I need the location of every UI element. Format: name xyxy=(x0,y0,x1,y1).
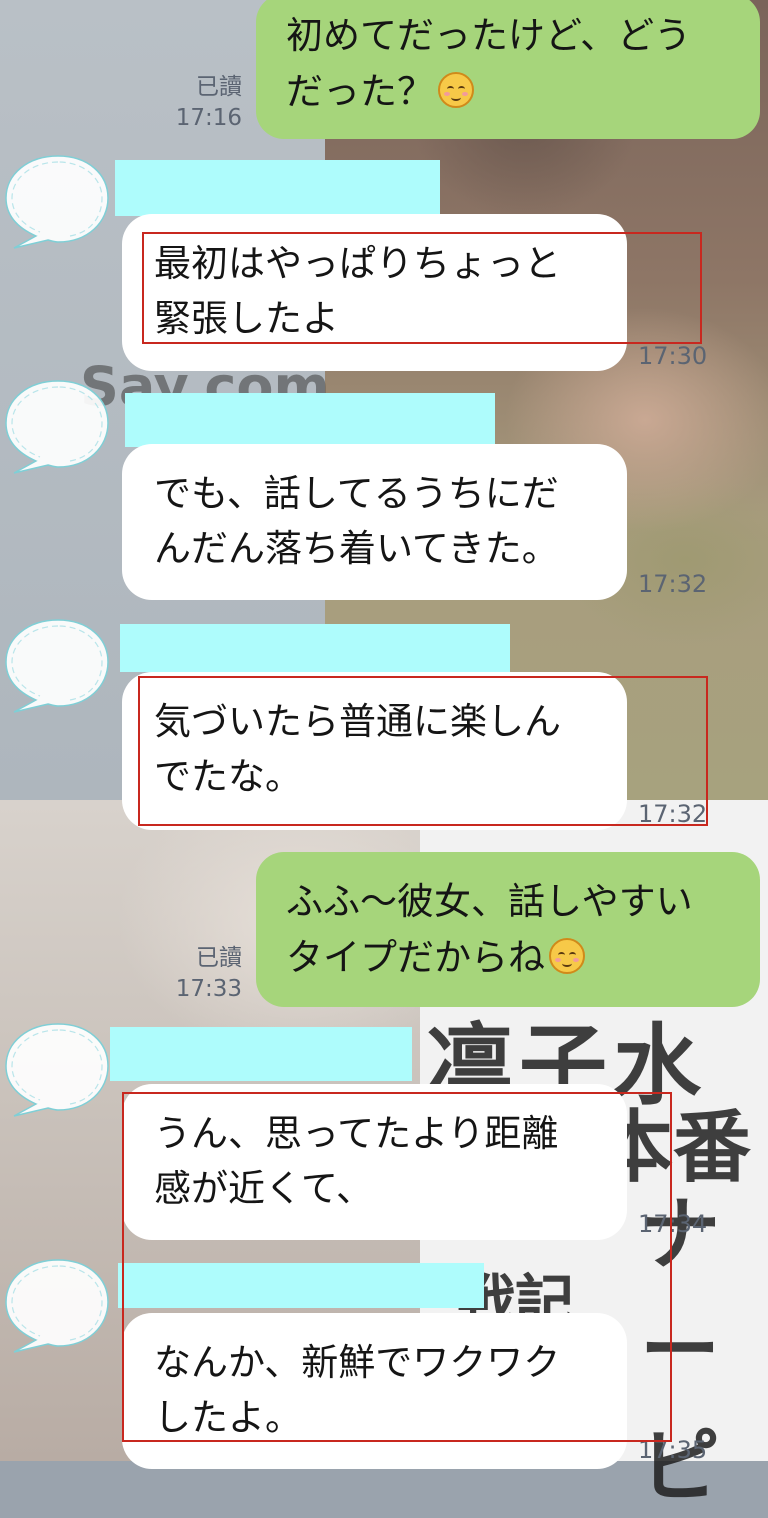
sender-name-redacted xyxy=(110,1027,412,1081)
message-text: でたな。 xyxy=(154,755,302,798)
message-text: したよ。 xyxy=(154,1396,302,1439)
avatar[interactable] xyxy=(0,150,112,250)
message-text: でも、話してるうちにだ xyxy=(154,472,559,515)
sender-name-redacted xyxy=(120,624,510,672)
message-time: 17:30 xyxy=(638,342,708,370)
message-text: 最初はやっぱりちょっと xyxy=(154,242,561,285)
message-text: 感が近くて、 xyxy=(154,1167,374,1210)
incoming-message-bubble[interactable]: 気づいたら普通に楽しん でたな。 xyxy=(122,672,627,830)
message-text: ふふ〜彼女、話しやすい xyxy=(286,880,693,923)
outgoing-message-bubble[interactable]: 初めてだったけど、どう だった？ xyxy=(256,0,760,139)
message-time: 17:16 xyxy=(175,105,242,131)
message-text: 気づいたら普通に楽しん xyxy=(154,700,561,743)
message-text: 緊張したよ xyxy=(154,297,339,340)
avatar[interactable] xyxy=(0,375,112,475)
message-text: なんか、新鮮でワクワク xyxy=(154,1341,561,1384)
message-time: 17:32 xyxy=(638,800,708,828)
message-time: 17:35 xyxy=(638,1436,708,1464)
message-time: 17:34 xyxy=(638,1210,708,1238)
message-text: んだん落ち着いてきた。 xyxy=(154,527,559,570)
incoming-message-bubble[interactable]: 最初はやっぱりちょっと 緊張したよ xyxy=(122,214,627,371)
sender-name-redacted xyxy=(125,393,495,447)
sender-name-redacted xyxy=(115,160,440,216)
message-time: 17:32 xyxy=(638,570,708,598)
read-label: 已讀 xyxy=(196,74,242,100)
read-receipt: 已讀 17:16 xyxy=(150,72,242,134)
message-text: うん、思ってたより距離 xyxy=(154,1112,559,1155)
avatar[interactable] xyxy=(0,1018,112,1118)
sender-name-redacted xyxy=(118,1263,484,1308)
read-receipt: 已讀 17:33 xyxy=(150,943,242,1005)
message-text: タイプだからね xyxy=(286,936,545,979)
incoming-message-bubble[interactable]: なんか、新鮮でワクワク したよ。 xyxy=(122,1313,627,1469)
message-time: 17:33 xyxy=(175,976,242,1002)
incoming-message-bubble[interactable]: うん、思ってたより距離 感が近くて、 xyxy=(122,1084,627,1240)
message-text: 初めてだったけど、どう xyxy=(286,14,692,57)
read-label: 已讀 xyxy=(196,945,242,971)
incoming-message-bubble[interactable]: でも、話してるうちにだ んだん落ち着いてきた。 xyxy=(122,444,627,600)
avatar[interactable] xyxy=(0,614,112,714)
message-text: だった？ xyxy=(286,70,434,113)
smiling-face-emoji xyxy=(549,938,585,974)
outgoing-message-bubble[interactable]: ふふ〜彼女、話しやすい タイプだからね xyxy=(256,852,760,1007)
avatar[interactable] xyxy=(0,1254,112,1354)
relieved-face-emoji xyxy=(438,72,474,108)
